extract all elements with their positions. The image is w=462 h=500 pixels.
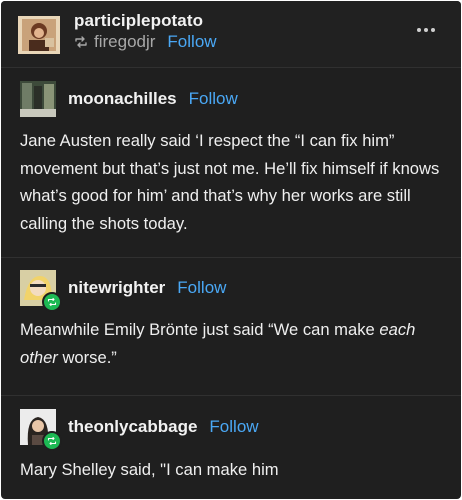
follow-button[interactable]: Follow <box>209 417 258 437</box>
post-card: participlepotato firegodjr Follow moonac… <box>1 1 461 499</box>
username[interactable]: theonlycabbage <box>68 417 197 437</box>
post-author-name[interactable]: participlepotato <box>74 11 203 31</box>
thread-entry: moonachilles Follow Jane Austen really s… <box>1 67 461 258</box>
post-text-part: worse.” <box>57 347 117 367</box>
follow-button[interactable]: Follow <box>189 89 238 109</box>
reblog-icon <box>74 36 88 48</box>
reblog-badge-icon <box>42 292 62 312</box>
thread-user-row: nitewrighter Follow <box>20 270 226 312</box>
thread-user-row: theonlycabbage Follow <box>20 409 259 451</box>
thread-user-row: moonachilles Follow <box>20 81 238 117</box>
post-text: Meanwhile Emily Brönte just said “We can… <box>20 316 447 371</box>
follow-button-reblog-source[interactable]: Follow <box>167 32 216 52</box>
post-text-part: Meanwhile Emily Brönte just said “We can… <box>20 320 380 339</box>
post-text: Jane Austen really said ‘I respect the “… <box>20 131 440 233</box>
thread-entry: theonlycabbage Follow Mary Shelley said,… <box>1 395 461 499</box>
thread-entry: nitewrighter Follow Meanwhile Emily Brön… <box>1 257 461 396</box>
author-avatar[interactable] <box>18 16 60 54</box>
more-options-icon[interactable] <box>417 28 435 32</box>
reblog-badge-icon <box>42 431 62 451</box>
post-header: participlepotato firegodjr Follow <box>1 1 461 68</box>
username[interactable]: nitewrighter <box>68 278 165 298</box>
username[interactable]: moonachilles <box>68 89 177 109</box>
reblog-source: firegodjr Follow <box>74 32 217 52</box>
post-text: Mary Shelley said, "I can make him <box>20 460 279 479</box>
reblog-source-name[interactable]: firegodjr <box>94 32 155 52</box>
user-avatar[interactable] <box>20 81 56 117</box>
follow-button[interactable]: Follow <box>177 278 226 298</box>
